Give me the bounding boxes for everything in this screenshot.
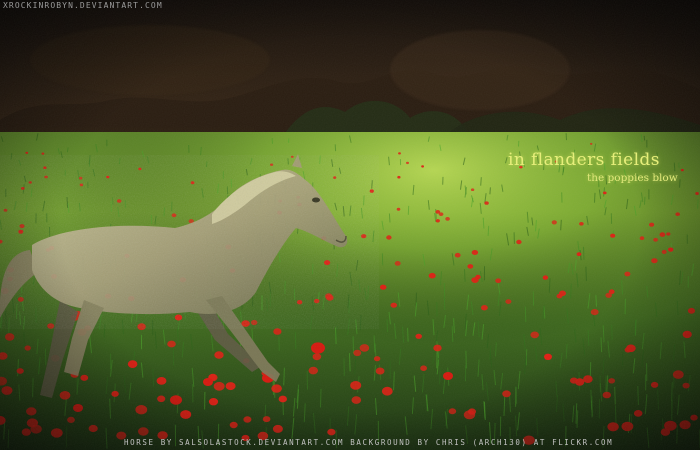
meadow-scene (0, 0, 700, 450)
artwork-canvas: xrockinrobyn.deviantart.com in flanders … (0, 0, 700, 450)
artwork-title: in flanders fields (508, 150, 660, 170)
watermark-text: xrockinrobyn.deviantart.com (3, 1, 163, 10)
credits-text: horse by salsolastock.deviantart.com bac… (124, 438, 614, 447)
artwork-subtitle: the poppies blow (587, 172, 678, 184)
